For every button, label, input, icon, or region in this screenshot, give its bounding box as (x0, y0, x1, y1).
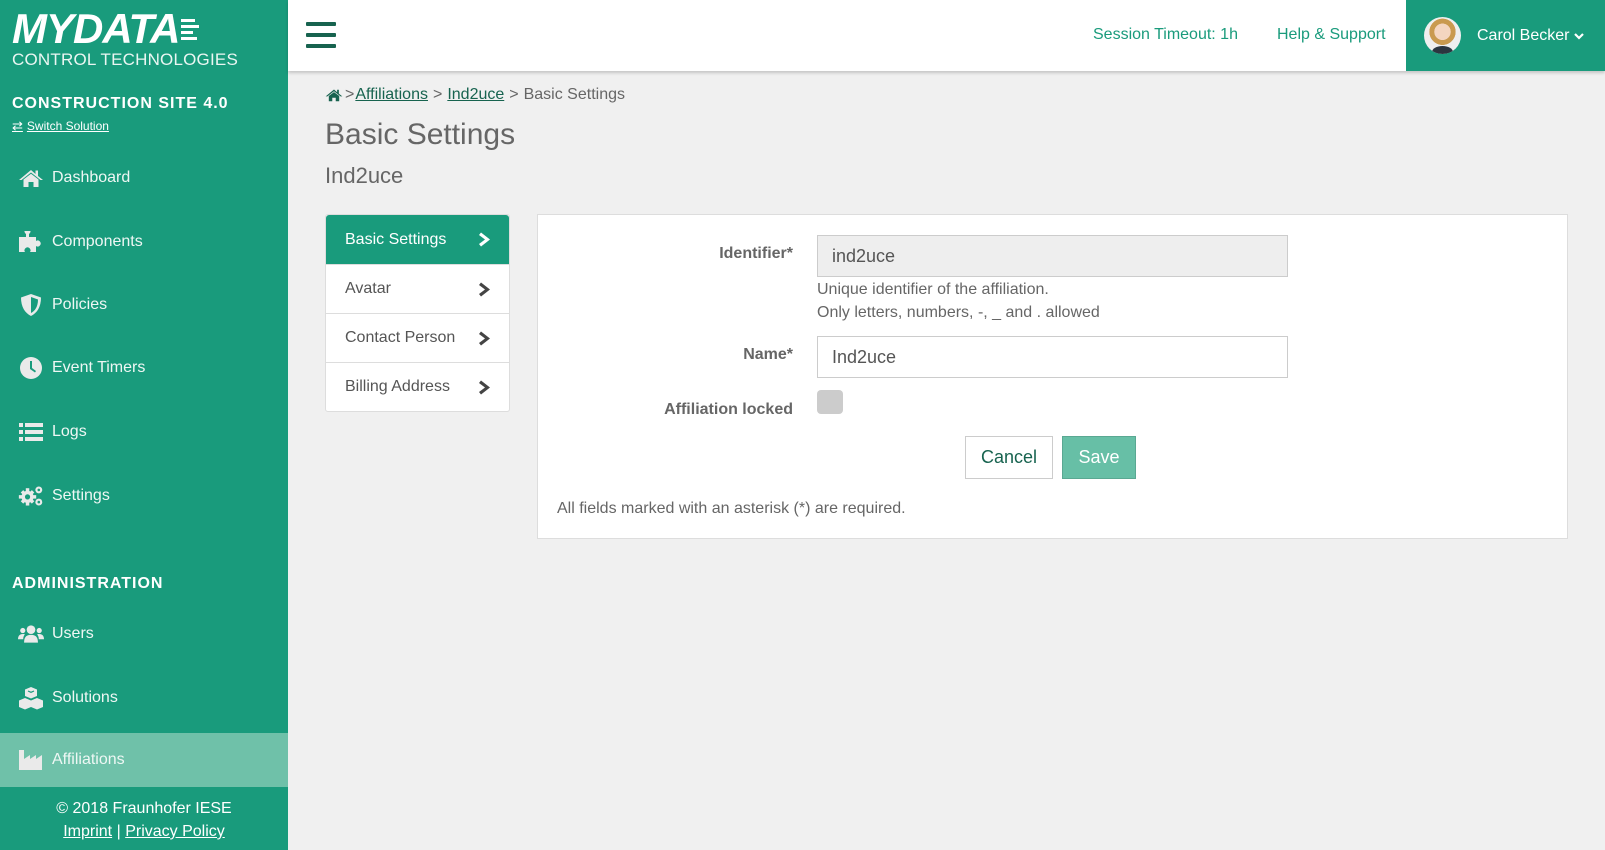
logo[interactable]: MYDATA CONTROL TECHNOLOGIES (12, 5, 242, 70)
breadcrumb-separator: > (432, 86, 443, 103)
user-menu[interactable]: Carol Becker (1406, 0, 1605, 71)
identifier-label: Identifier* (719, 245, 793, 262)
identifier-value: ind2uce (832, 245, 896, 266)
chevron-down-icon (1574, 32, 1585, 40)
cogs-icon (18, 485, 44, 507)
solution-title: CONSTRUCTION SITE 4.0 (12, 95, 229, 112)
sidebar-item-label: Users (52, 625, 94, 642)
admin-section-title: ADMINISTRATION (12, 575, 164, 592)
chevron-right-icon (479, 380, 490, 394)
sidebar-item-settings[interactable]: Settings (0, 469, 288, 523)
subnav-label: Avatar (345, 280, 391, 297)
affiliation-locked-checkbox[interactable] (817, 390, 843, 414)
switch-solution-label: Switch Solution (26, 119, 109, 133)
sidebar-item-solutions[interactable]: Solutions (0, 671, 288, 725)
sidebar-item-policies[interactable]: Policies (0, 278, 288, 332)
identifier-help-line-2: Only letters, numbers, -, _ and . allowe… (817, 304, 1100, 321)
sidebar-item-affiliations[interactable]: Affiliations (0, 733, 288, 787)
settings-subnav: Basic Settings Avatar Contact Person Bil… (325, 214, 510, 412)
sidebar-item-label: Logs (52, 423, 87, 440)
breadcrumb: > Affiliations > Ind2uce > Basic Setting… (325, 86, 625, 104)
identifier-field[interactable]: ind2uce (817, 235, 1288, 277)
logo-subtitle: CONTROL TECHNOLOGIES (12, 50, 238, 69)
breadcrumb-separator: > (345, 86, 355, 103)
sidebar-footer: © 2018 Fraunhofer IESE Imprint | Privacy… (0, 797, 288, 843)
save-button[interactable]: Save (1062, 436, 1136, 479)
breadcrumb-affiliations[interactable]: Affiliations (355, 86, 428, 104)
sidebar-item-dashboard[interactable]: Dashboard (0, 151, 288, 205)
sidebar-item-label: Solutions (52, 689, 118, 706)
sidebar-item-label: Components (52, 233, 143, 250)
users-icon (18, 623, 44, 645)
shield-icon (18, 294, 44, 316)
sidebar-item-event-timers[interactable]: Event Timers (0, 341, 288, 395)
page-subtitle: Ind2uce (325, 163, 404, 188)
clock-icon (18, 357, 44, 379)
sidebar-item-label: Affiliations (52, 751, 125, 768)
cubes-icon (18, 687, 44, 710)
name-input[interactable] (817, 336, 1288, 378)
name-label: Name* (743, 346, 793, 363)
sidebar-item-users[interactable]: Users (0, 607, 288, 661)
sidebar-item-label: Dashboard (52, 169, 131, 186)
cancel-button[interactable]: Cancel (965, 436, 1053, 479)
avatar (1424, 17, 1461, 54)
subnav-label: Billing Address (345, 378, 450, 395)
subnav-avatar[interactable]: Avatar (326, 264, 509, 313)
footer-separator: | (116, 823, 121, 840)
subnav-basic-settings[interactable]: Basic Settings (326, 215, 509, 264)
affiliation-locked-label: Affiliation locked (664, 401, 793, 418)
sidebar-item-label: Settings (52, 487, 110, 504)
help-support-link[interactable]: Help & Support (1277, 26, 1386, 44)
subnav-label: Basic Settings (345, 230, 447, 248)
home-icon (18, 167, 44, 189)
identifier-help: Unique identifier of the affiliation. On… (817, 278, 1100, 324)
home-icon[interactable] (325, 87, 343, 103)
subnav-label: Contact Person (345, 329, 456, 346)
required-fields-note: All fields marked with an asterisk (*) a… (557, 500, 906, 517)
breadcrumb-ind2uce[interactable]: Ind2uce (447, 86, 504, 104)
subnav-billing-address[interactable]: Billing Address (326, 362, 509, 411)
basic-settings-form: Identifier* ind2uce Unique identifier of… (537, 214, 1568, 539)
breadcrumb-current: Basic Settings (523, 86, 625, 103)
imprint-link[interactable]: Imprint (63, 823, 112, 840)
industry-icon (18, 749, 44, 771)
breadcrumb-separator: > (509, 86, 519, 103)
chevron-right-icon (479, 331, 490, 345)
subnav-contact-person[interactable]: Contact Person (326, 313, 509, 362)
copyright-text: © 2018 Fraunhofer IESE (56, 800, 232, 817)
top-header: Session Timeout: 1h Help & Support Carol… (288, 0, 1605, 71)
exchange-icon: ⇄ (12, 118, 23, 133)
hamburger-icon[interactable] (306, 22, 336, 48)
session-timeout: Session Timeout: 1h (1093, 26, 1238, 43)
switch-solution-link[interactable]: ⇄ Switch Solution (12, 119, 109, 133)
sidebar-item-label: Event Timers (52, 359, 146, 376)
list-icon (18, 421, 44, 443)
sidebar-item-label: Policies (52, 296, 108, 313)
sidebar-item-components[interactable]: Components (0, 215, 288, 269)
privacy-policy-link[interactable]: Privacy Policy (125, 823, 225, 840)
sidebar: MYDATA CONTROL TECHNOLOGIES CONSTRUCTION… (0, 0, 288, 850)
chevron-right-icon (479, 282, 490, 296)
puzzle-piece-icon (18, 231, 44, 253)
chevron-right-icon (479, 232, 490, 247)
logo-speed-lines-icon (181, 18, 200, 40)
identifier-help-line-1: Unique identifier of the affiliation. (817, 281, 1049, 298)
sidebar-item-logs[interactable]: Logs (0, 405, 288, 459)
page-title: Basic Settings (325, 118, 516, 151)
user-name: Carol Becker (1477, 26, 1570, 44)
logo-brand: MYDATA (12, 5, 180, 52)
